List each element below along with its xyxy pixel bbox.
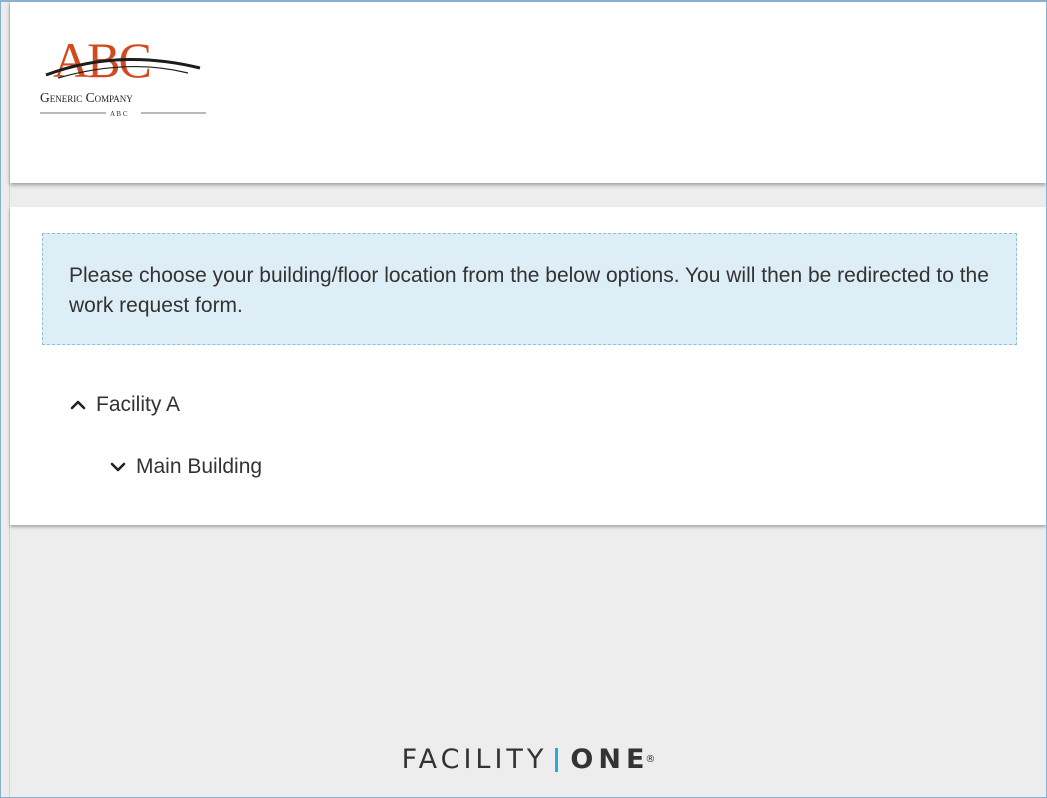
tree-item-label: Facility A xyxy=(96,393,181,416)
logo-subtext: A B C xyxy=(110,110,128,118)
instruction-text: Please choose your building/floor locati… xyxy=(69,264,989,317)
browser-frame: ABC Generic Company A B C Please choose … xyxy=(0,0,1047,798)
footer-divider xyxy=(555,747,559,772)
registered-mark: ® xyxy=(645,754,656,765)
abc-company-logo-icon: ABC Generic Company A B C xyxy=(40,32,206,118)
page-header: ABC Generic Company A B C xyxy=(10,2,1046,183)
chevron-down-icon xyxy=(110,462,126,472)
chevron-up-icon xyxy=(70,400,86,410)
tree-item-label: Main Building xyxy=(136,455,263,478)
logo-company-name: Generic Company xyxy=(40,90,133,105)
location-selector-card: Please choose your building/floor locati… xyxy=(10,207,1046,525)
company-logo[interactable]: ABC Generic Company A B C xyxy=(38,30,213,120)
tree-item-main-building[interactable]: Main Building xyxy=(108,455,262,479)
footer-brand-left: FACILITY xyxy=(401,744,548,775)
footer-brand-logo: FACILITY ONE ® xyxy=(1,744,1046,775)
footer-brand-right: ONE xyxy=(570,744,650,775)
tree-item-facility-a[interactable]: Facility A xyxy=(68,393,180,417)
instruction-banner: Please choose your building/floor locati… xyxy=(42,233,1017,345)
